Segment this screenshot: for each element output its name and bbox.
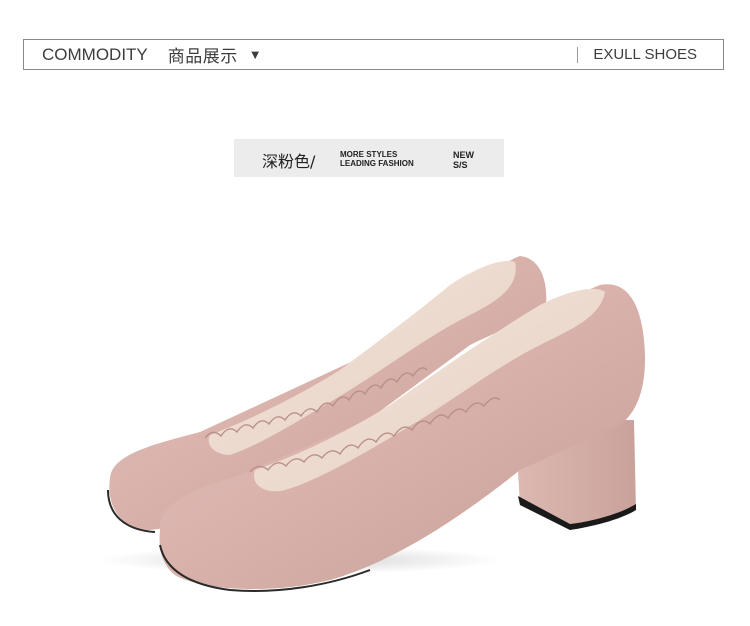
product-image-shoes: [100, 256, 645, 592]
